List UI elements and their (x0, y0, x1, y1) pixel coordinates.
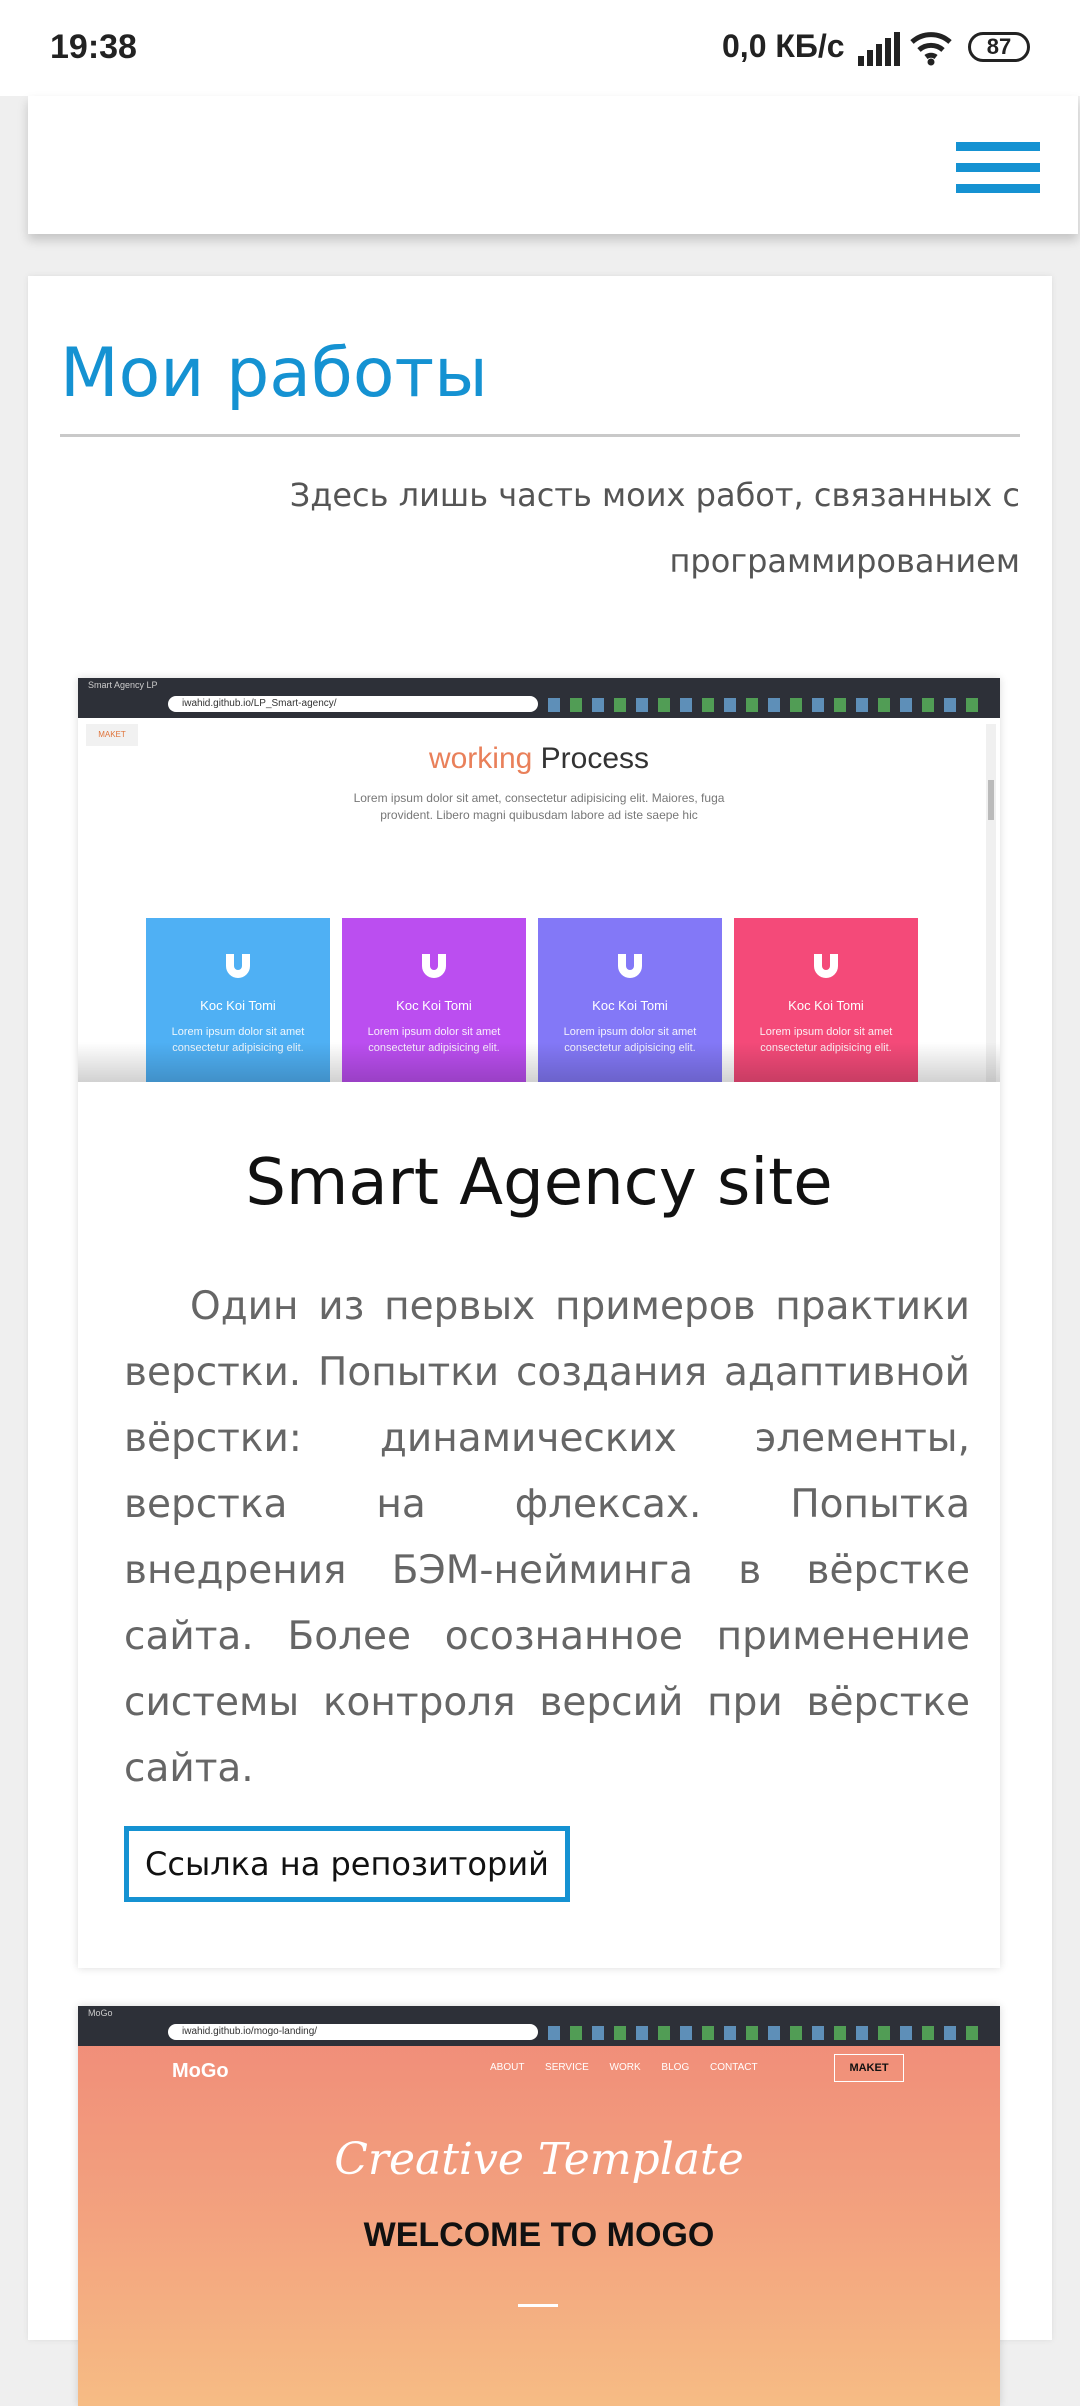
screenshot-scrollbar (986, 724, 996, 1082)
repository-link-button[interactable]: Ссылка на репозиторий (124, 1826, 570, 1902)
signal-icon (858, 32, 900, 66)
magnet-icon (814, 954, 838, 978)
screenshot-heading-rest: Process (540, 742, 650, 775)
browser-extension-icons (548, 698, 988, 712)
project-card: MoGo iwahid.github.io/mogo-landing/ MoGo… (78, 2006, 1000, 2406)
magnet-icon (618, 954, 642, 978)
status-time: 19:38 (50, 28, 137, 66)
maket-badge: MAKET (834, 2054, 904, 2082)
status-network-speed: 0,0 КБ/с (722, 28, 845, 64)
browser-extension-icons (548, 2026, 988, 2040)
project-title: Smart Agency site (245, 1146, 833, 1220)
screenshot-fade (78, 1042, 1000, 1082)
screenshot-heading-accent: working (428, 742, 533, 775)
project-screenshot: Smart Agency LP iwahid.github.io/LP_Smar… (78, 678, 1000, 1082)
project-description: Один из первых примеров практики верстки… (124, 1284, 970, 1791)
hamburger-menu-icon[interactable] (956, 142, 1040, 194)
browser-tab-title: Smart Agency LP (88, 680, 158, 690)
page-title: Мои работы (60, 334, 488, 413)
screenshot-heading: working Process (78, 742, 1000, 776)
wifi-icon (910, 32, 952, 66)
browser-tab-title: MoGo (88, 2008, 113, 2018)
mogo-divider (518, 2304, 558, 2307)
browser-url: iwahid.github.io/LP_Smart-agency/ (168, 696, 538, 712)
browser-toolbar: Smart Agency LP iwahid.github.io/LP_Smar… (78, 678, 1000, 718)
tile-name: Koc Koi Tomi (788, 998, 864, 1013)
project-card: Smart Agency LP iwahid.github.io/LP_Smar… (78, 678, 1000, 1968)
mogo-welcome-title: WELCOME TO MOGO (363, 2216, 715, 2254)
project-screenshot: MoGo iwahid.github.io/mogo-landing/ MoGo… (78, 2006, 1000, 2406)
works-section: Мои работы Здесь лишь часть моих работ, … (28, 276, 1052, 2406)
browser-url: iwahid.github.io/mogo-landing/ (168, 2024, 538, 2040)
magnet-icon (226, 954, 250, 978)
battery-icon: 87 (968, 32, 1030, 62)
magnet-icon (422, 954, 446, 978)
screenshot-lead: Lorem ipsum dolor sit amet, consectetur … (353, 791, 725, 822)
mogo-script-title: Creative Template (334, 2134, 744, 2185)
mogo-nav: ABOUT SERVICE WORK BLOG CONTACT (490, 2062, 758, 2073)
title-divider (60, 434, 1020, 437)
mogo-logo: MoGo (172, 2060, 229, 2082)
status-bar: 19:38 0,0 КБ/с 87 (0, 0, 1080, 96)
site-header (28, 96, 1078, 234)
tile-name: Koc Koi Tomi (592, 998, 668, 1013)
tile-name: Koc Koi Tomi (396, 998, 472, 1013)
tile-name: Koc Koi Tomi (200, 998, 276, 1013)
browser-toolbar: MoGo iwahid.github.io/mogo-landing/ (78, 2006, 1000, 2046)
section-subtitle: Здесь лишь часть моих работ, связанных с… (289, 476, 1020, 580)
